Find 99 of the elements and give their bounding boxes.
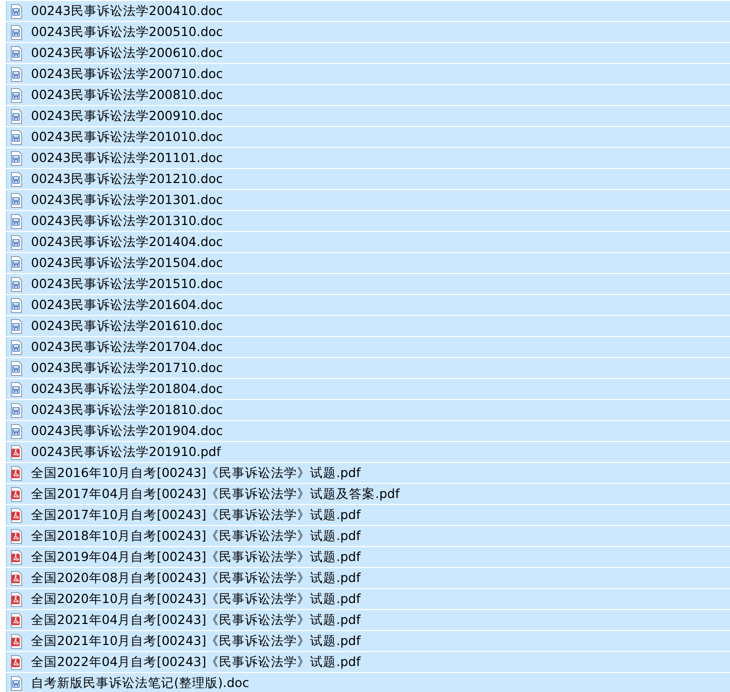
pdf-document-icon	[10, 550, 23, 564]
word-document-icon	[10, 382, 23, 396]
pdf-document-icon	[10, 528, 23, 544]
file-name: 00243民事诉讼法学201904.doc	[31, 422, 223, 440]
word-document-icon	[10, 256, 23, 270]
file-name: 全国2019年04月自考[00243]《民事诉讼法学》试题.pdf	[31, 548, 360, 566]
file-row[interactable]: 00243民事诉讼法学201301.doc	[6, 190, 730, 210]
file-row[interactable]: 全国2016年10月自考[00243]《民事诉讼法学》试题.pdf	[6, 463, 730, 483]
file-row[interactable]: 00243民事诉讼法学201704.doc	[6, 337, 730, 357]
file-row[interactable]: 00243民事诉讼法学200810.doc	[6, 85, 730, 105]
file-name: 00243民事诉讼法学200510.doc	[31, 24, 223, 40]
file-row[interactable]: 00243民事诉讼法学201010.doc	[6, 127, 730, 147]
file-row[interactable]: 全国2017年04月自考[00243]《民事诉讼法学》试题及答案.pdf	[6, 484, 730, 504]
file-name: 自考新版民事诉讼法笔记(整理版).doc	[31, 674, 250, 692]
word-document-icon	[10, 192, 23, 208]
file-row[interactable]: 全国2020年10月自考[00243]《民事诉讼法学》试题.pdf	[6, 589, 730, 609]
file-name: 00243民事诉讼法学201804.doc	[31, 380, 223, 398]
file-name: 全国2018年10月自考[00243]《民事诉讼法学》试题.pdf	[31, 528, 360, 544]
file-name: 全国2020年08月自考[00243]《民事诉讼法学》试题.pdf	[31, 570, 360, 586]
pdf-document-icon	[10, 634, 23, 648]
file-name: 全国2017年10月自考[00243]《民事诉讼法学》试题.pdf	[31, 506, 360, 524]
file-row[interactable]: 00243民事诉讼法学201910.pdf	[6, 442, 730, 462]
word-document-icon	[10, 66, 23, 82]
file-name: 00243民事诉讼法学201301.doc	[31, 192, 223, 208]
file-name: 00243民事诉讼法学201910.pdf	[31, 444, 221, 460]
file-name: 00243民事诉讼法学201610.doc	[31, 318, 223, 334]
pdf-document-icon	[10, 654, 23, 670]
word-document-icon	[10, 46, 23, 60]
file-name: 00243民事诉讼法学201704.doc	[31, 338, 223, 356]
file-row[interactable]: 00243民事诉讼法学201904.doc	[6, 421, 730, 441]
word-document-icon	[10, 424, 23, 438]
file-name: 00243民事诉讼法学201810.doc	[31, 402, 223, 418]
word-document-icon	[10, 150, 23, 166]
file-name: 00243民事诉讼法学201604.doc	[31, 296, 223, 314]
pdf-document-icon	[10, 612, 23, 628]
file-name: 00243民事诉讼法学201210.doc	[31, 170, 223, 188]
word-document-icon	[10, 340, 23, 354]
file-row[interactable]: 00243民事诉讼法学201810.doc	[6, 400, 730, 420]
file-row[interactable]: 自考新版民事诉讼法笔记(整理版).doc	[6, 673, 730, 692]
file-name: 全国2020年10月自考[00243]《民事诉讼法学》试题.pdf	[31, 590, 360, 608]
file-row[interactable]: 00243民事诉讼法学201804.doc	[6, 379, 730, 399]
file-row[interactable]: 00243民事诉讼法学201310.doc	[6, 211, 730, 231]
file-row[interactable]: 全国2018年10月自考[00243]《民事诉讼法学》试题.pdf	[6, 526, 730, 546]
file-row[interactable]: 00243民事诉讼法学200910.doc	[6, 106, 730, 126]
file-row[interactable]: 全国2021年10月自考[00243]《民事诉讼法学》试题.pdf	[6, 631, 730, 651]
file-row[interactable]: 00243民事诉讼法学201604.doc	[6, 295, 730, 315]
file-name: 00243民事诉讼法学201101.doc	[31, 150, 223, 166]
word-document-icon	[10, 318, 23, 334]
file-row[interactable]: 00243民事诉讼法学200710.doc	[6, 64, 730, 84]
file-name: 全国2017年04月自考[00243]《民事诉讼法学》试题及答案.pdf	[31, 486, 400, 502]
pdf-document-icon	[10, 592, 23, 606]
word-document-icon	[10, 402, 23, 418]
file-row[interactable]: 00243民事诉讼法学200510.doc	[6, 22, 730, 42]
file-name: 00243民事诉讼法学200410.doc	[31, 2, 223, 20]
file-row[interactable]: 全国2022年04月自考[00243]《民事诉讼法学》试题.pdf	[6, 652, 730, 672]
file-name: 00243民事诉讼法学200710.doc	[31, 66, 223, 82]
file-row[interactable]: 全国2020年08月自考[00243]《民事诉讼法学》试题.pdf	[6, 568, 730, 588]
file-name: 00243民事诉讼法学201310.doc	[31, 212, 223, 230]
file-name: 全国2021年04月自考[00243]《民事诉讼法学》试题.pdf	[31, 612, 360, 628]
word-document-icon	[10, 88, 23, 102]
file-row[interactable]: 00243民事诉讼法学201610.doc	[6, 316, 730, 336]
pdf-document-icon	[10, 508, 23, 522]
file-name: 00243民事诉讼法学200810.doc	[31, 86, 223, 104]
file-row[interactable]: 00243民事诉讼法学200410.doc	[6, 1, 730, 21]
file-name: 全国2021年10月自考[00243]《民事诉讼法学》试题.pdf	[31, 632, 360, 650]
word-document-icon	[10, 360, 23, 376]
file-name: 全国2016年10月自考[00243]《民事诉讼法学》试题.pdf	[31, 464, 360, 482]
file-row[interactable]: 全国2019年04月自考[00243]《民事诉讼法学》试题.pdf	[6, 547, 730, 567]
pdf-document-icon	[10, 444, 23, 460]
word-document-icon	[10, 234, 23, 250]
file-row[interactable]: 全国2021年04月自考[00243]《民事诉讼法学》试题.pdf	[6, 610, 730, 630]
word-document-icon	[10, 24, 23, 40]
file-name: 00243民事诉讼法学201510.doc	[31, 276, 223, 292]
word-document-icon	[10, 676, 23, 690]
file-name: 00243民事诉讼法学200610.doc	[31, 44, 223, 62]
word-document-icon	[10, 4, 23, 18]
file-row[interactable]: 00243民事诉讼法学201510.doc	[6, 274, 730, 294]
word-document-icon	[10, 130, 23, 144]
pdf-document-icon	[10, 486, 23, 502]
pdf-document-icon	[10, 466, 23, 480]
file-name: 00243民事诉讼法学201504.doc	[31, 254, 223, 272]
word-document-icon	[10, 298, 23, 312]
file-row[interactable]: 00243民事诉讼法学201504.doc	[6, 253, 730, 273]
file-name: 00243民事诉讼法学201710.doc	[31, 360, 223, 376]
file-row[interactable]: 全国2017年10月自考[00243]《民事诉讼法学》试题.pdf	[6, 505, 730, 525]
file-name: 00243民事诉讼法学201404.doc	[31, 234, 223, 250]
pdf-document-icon	[10, 570, 23, 586]
file-row[interactable]: 00243民事诉讼法学200610.doc	[6, 43, 730, 63]
word-document-icon	[10, 108, 23, 124]
file-row[interactable]: 00243民事诉讼法学201210.doc	[6, 169, 730, 189]
word-document-icon	[10, 172, 23, 186]
file-row[interactable]: 00243民事诉讼法学201404.doc	[6, 232, 730, 252]
file-row[interactable]: 00243民事诉讼法学201101.doc	[6, 148, 730, 168]
word-document-icon	[10, 276, 23, 292]
file-row[interactable]: 00243民事诉讼法学201710.doc	[6, 358, 730, 378]
file-name: 全国2022年04月自考[00243]《民事诉讼法学》试题.pdf	[31, 654, 360, 670]
word-document-icon	[10, 214, 23, 228]
file-name: 00243民事诉讼法学200910.doc	[31, 108, 223, 124]
file-name: 00243民事诉讼法学201010.doc	[31, 128, 223, 146]
